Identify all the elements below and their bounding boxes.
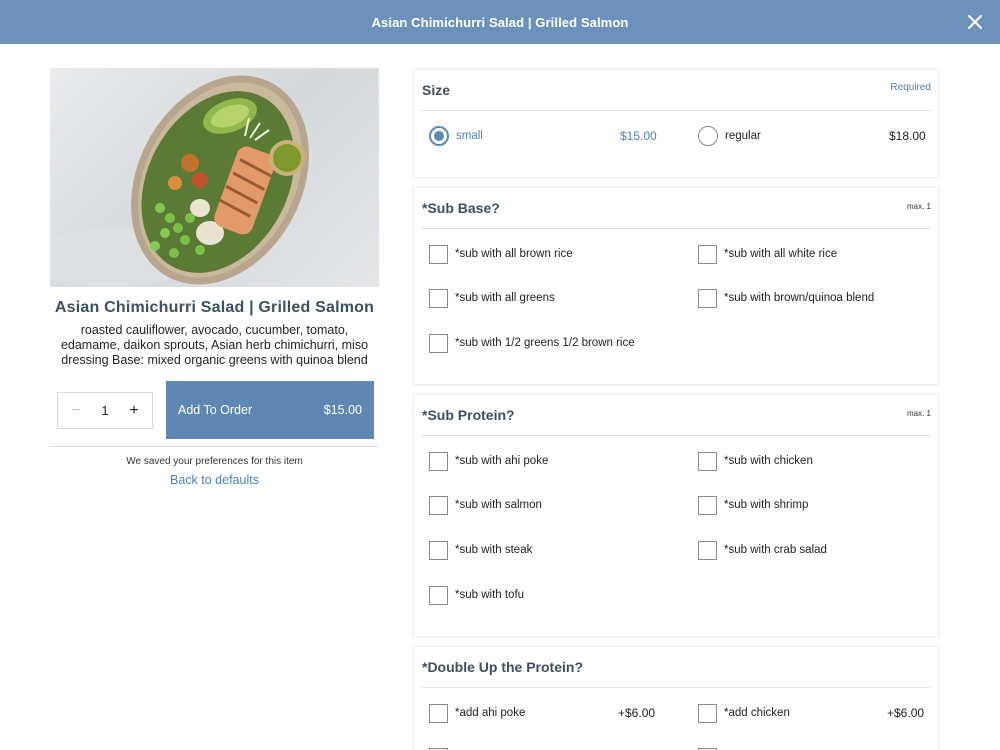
- sub-protein-header: *Sub Protein? max. 1: [421, 395, 931, 436]
- add-to-order-price: $15.00: [323, 403, 362, 417]
- sub-protein-option[interactable]: *sub with salmon: [429, 495, 542, 515]
- checkbox[interactable]: [429, 540, 448, 560]
- saved-preferences-text: We saved your preferences for this item: [126, 456, 303, 467]
- sub-protein-option[interactable]: *sub with tofu: [429, 585, 524, 605]
- options-panel: Size Required small $15.00 regular $18.0…: [414, 70, 938, 750]
- checkbox[interactable]: [698, 703, 717, 723]
- size-card: Size Required small $15.00 regular $18.0…: [414, 70, 938, 177]
- double-protein-option[interactable]: *add ahi poke: [429, 703, 525, 723]
- sub-base-option[interactable]: *sub with all greens: [429, 288, 555, 308]
- option-label: *sub with 1/2 greens 1/2 brown rice: [455, 337, 635, 349]
- sub-protein-option[interactable]: *sub with crab salad: [698, 540, 827, 560]
- option-label: *sub with salmon: [455, 499, 542, 511]
- order-controls: − 1 + Add To Order $15.00: [50, 381, 379, 441]
- sub-base-header: *Sub Base? max. 1: [421, 188, 931, 229]
- option-price: +$6.00: [618, 706, 656, 720]
- max-badge: max. 1: [906, 202, 931, 211]
- required-badge: Required: [890, 82, 931, 93]
- add-to-order-button[interactable]: Add To Order $15.00: [166, 381, 374, 439]
- modal-title: Asian Chimichurri Salad | Grilled Salmon: [371, 14, 629, 30]
- checkbox[interactable]: [698, 540, 717, 560]
- option-label: *sub with brown/quinoa blend: [724, 292, 875, 304]
- sub-base-option[interactable]: *sub with all brown rice: [429, 244, 573, 264]
- divider: [50, 446, 379, 447]
- size-option-label: small: [456, 130, 483, 142]
- quantity-stepper: − 1 +: [57, 392, 153, 429]
- sub-protein-option[interactable]: *sub with ahi poke: [429, 451, 548, 471]
- radio-selected[interactable]: [429, 126, 449, 146]
- sub-base-option[interactable]: *sub with brown/quinoa blend: [698, 288, 874, 308]
- option-label: *add ahi poke: [455, 707, 526, 719]
- modal-header: Asian Chimichurri Salad | Grilled Salmon: [0, 0, 1000, 44]
- option-price: +$6.00: [887, 706, 925, 720]
- decrease-quantity-button[interactable]: −: [68, 402, 84, 420]
- checkbox[interactable]: [429, 288, 448, 308]
- double-protein-card: *Double Up the Protein? *add ahi poke +$…: [414, 647, 938, 750]
- checkbox[interactable]: [429, 244, 448, 264]
- checkbox[interactable]: [429, 703, 448, 723]
- double-protein-header: *Double Up the Protein?: [421, 647, 931, 688]
- sub-base-option[interactable]: *sub with all white rice: [698, 244, 837, 264]
- size-option-price: $15.00: [620, 129, 657, 143]
- checkbox[interactable]: [698, 244, 717, 264]
- size-title: Size: [422, 82, 451, 98]
- add-to-order-label: Add To Order: [178, 403, 253, 417]
- size-option-label: regular: [725, 130, 761, 142]
- option-label: *sub with all brown rice: [455, 248, 573, 260]
- back-to-defaults-link[interactable]: Back to defaults: [50, 473, 379, 487]
- sub-protein-option[interactable]: *sub with steak: [429, 540, 532, 560]
- item-description: roasted cauliflower, avocado, cucumber, …: [60, 323, 369, 367]
- size-option-price: $18.00: [889, 129, 926, 143]
- checkbox[interactable]: [698, 288, 717, 308]
- double-protein-option[interactable]: *add chicken: [698, 703, 790, 723]
- item-photo: [50, 68, 379, 287]
- size-card-header: Size Required: [421, 70, 931, 111]
- option-label: *sub with chicken: [724, 455, 813, 467]
- option-label: *sub with steak: [455, 544, 533, 556]
- item-title: Asian Chimichurri Salad | Grilled Salmon: [54, 299, 375, 316]
- double-protein-title: *Double Up the Protein?: [422, 659, 583, 675]
- option-label: *sub with all white rice: [724, 248, 838, 260]
- max-badge: max. 1: [906, 409, 931, 418]
- checkbox[interactable]: [429, 451, 448, 471]
- option-label: *sub with ahi poke: [455, 455, 549, 467]
- checkbox[interactable]: [429, 585, 448, 605]
- sub-base-title: *Sub Base?: [422, 200, 500, 216]
- size-option-regular[interactable]: regular: [698, 126, 761, 146]
- option-label: *sub with tofu: [455, 589, 525, 601]
- checkbox[interactable]: [429, 333, 448, 353]
- sub-protein-option[interactable]: *sub with shrimp: [698, 495, 808, 515]
- quantity-value: 1: [101, 403, 109, 418]
- sub-protein-card: *Sub Protein? max. 1 *sub with ahi poke …: [414, 395, 938, 636]
- item-panel: Asian Chimichurri Salad | Grilled Salmon…: [50, 68, 379, 487]
- close-icon[interactable]: [964, 11, 986, 33]
- option-label: *add chicken: [724, 707, 790, 719]
- option-label: *sub with all greens: [455, 292, 555, 304]
- option-label: *sub with shrimp: [724, 499, 809, 511]
- checkbox[interactable]: [698, 451, 717, 471]
- checkbox[interactable]: [698, 495, 717, 515]
- sub-base-option[interactable]: *sub with 1/2 greens 1/2 brown rice: [429, 333, 635, 353]
- sub-protein-option[interactable]: *sub with chicken: [698, 451, 813, 471]
- sub-base-card: *Sub Base? max. 1 *sub with all brown ri…: [414, 188, 938, 384]
- checkbox[interactable]: [429, 495, 448, 515]
- option-label: *sub with crab salad: [724, 544, 827, 556]
- radio-unselected[interactable]: [698, 126, 718, 146]
- sub-protein-title: *Sub Protein?: [422, 407, 515, 423]
- size-option-small[interactable]: small: [429, 126, 483, 146]
- increase-quantity-button[interactable]: +: [126, 402, 142, 420]
